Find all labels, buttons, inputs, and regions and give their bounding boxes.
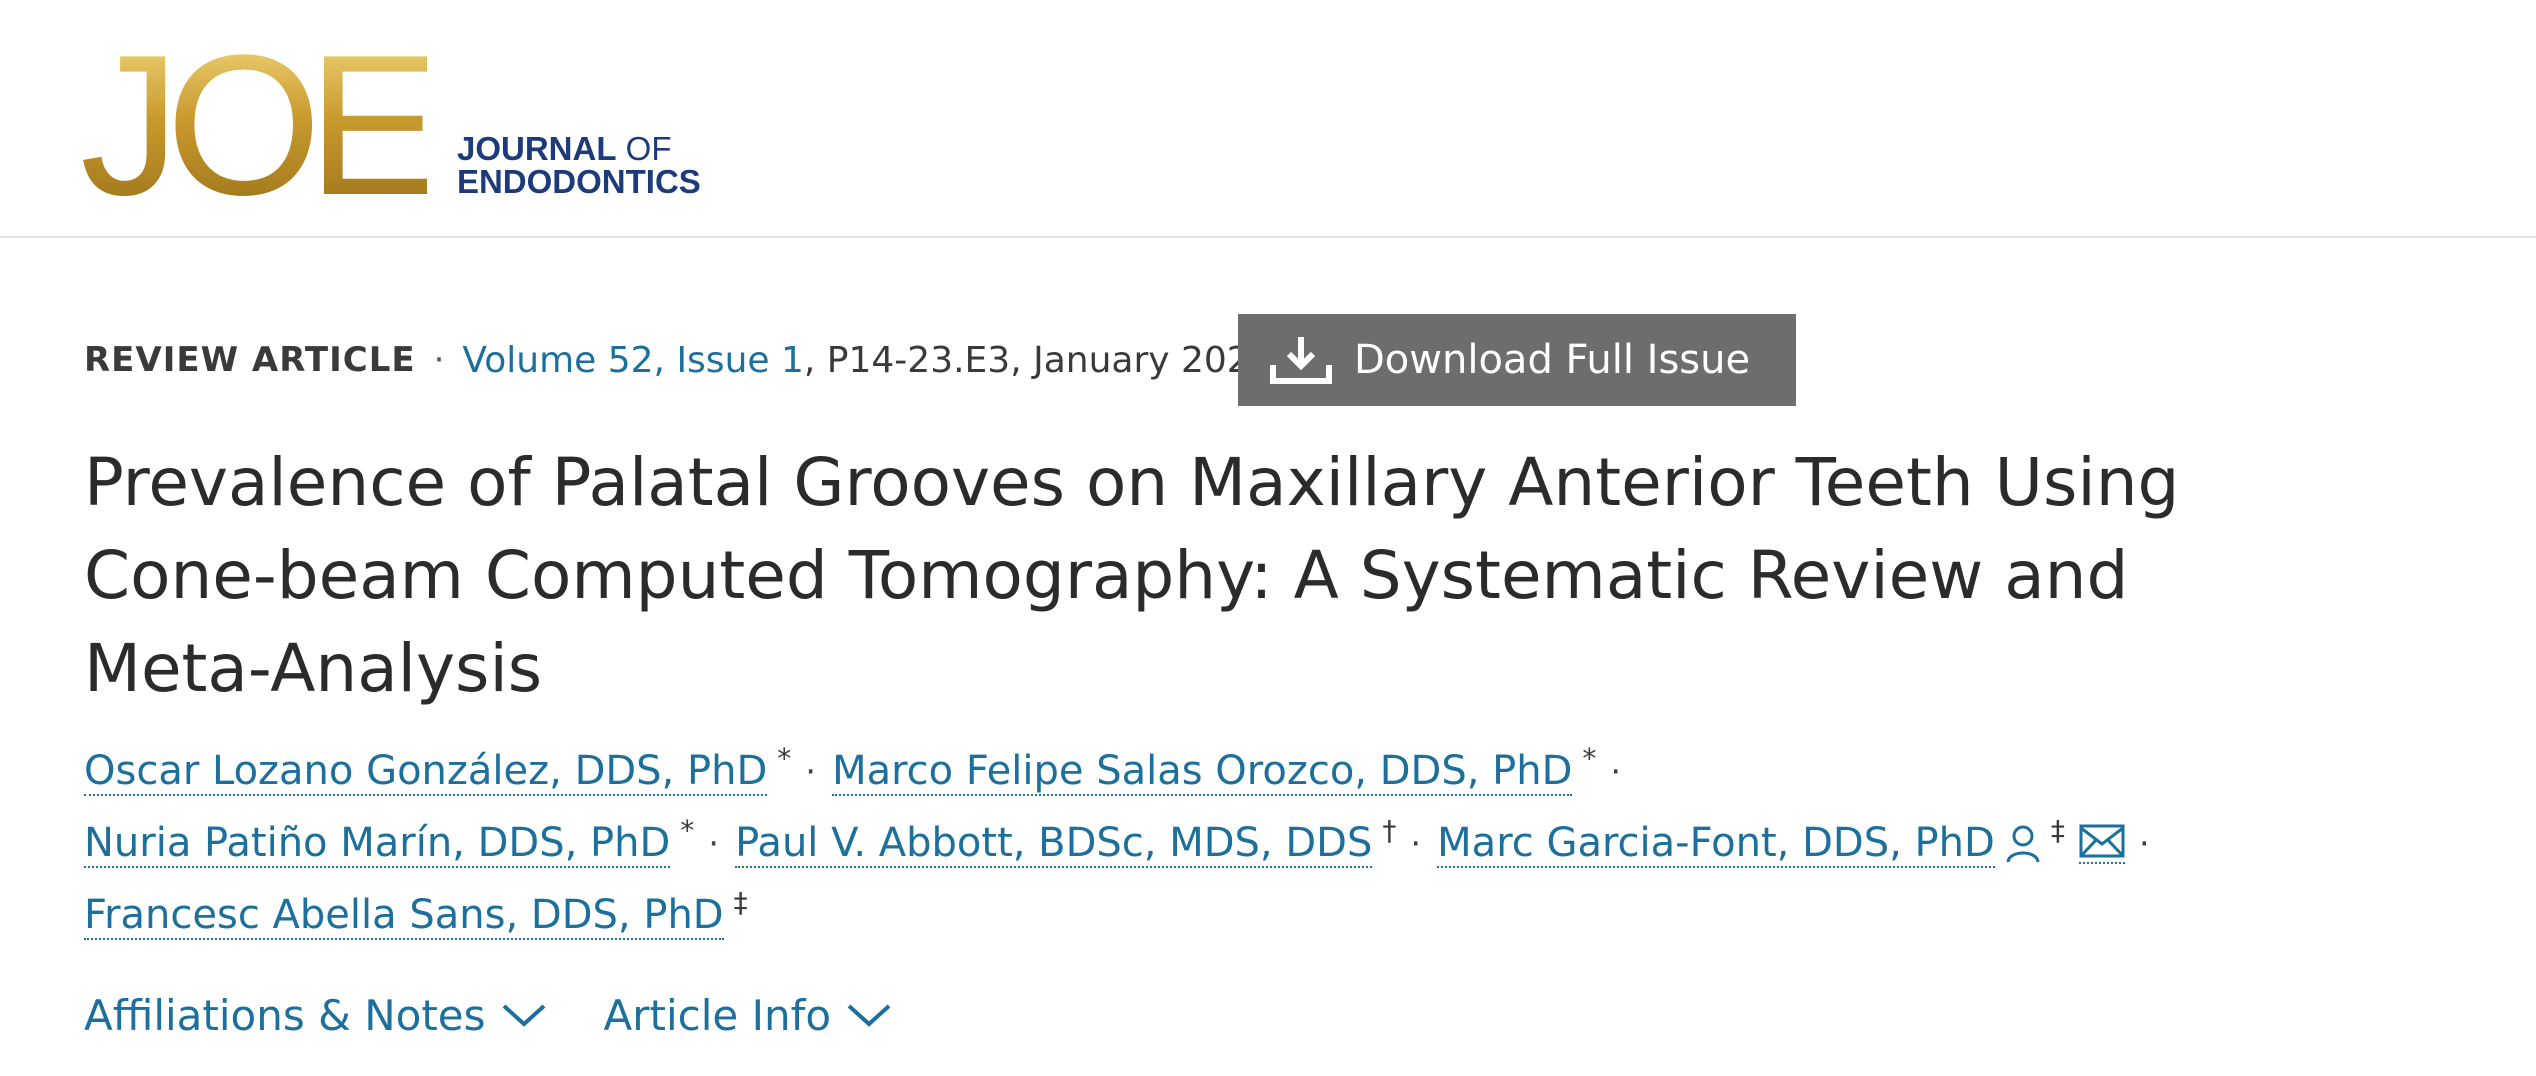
article-info-toggle[interactable]: Article Info (604, 991, 894, 1040)
author-link[interactable]: Marco Felipe Salas Orozco, DDS, PhD (832, 748, 1573, 796)
author-mark: * (777, 741, 792, 775)
logo-line1-thin: OF (616, 130, 672, 167)
author-mark: ‡ (733, 885, 748, 919)
author-link[interactable]: Nuria Patiño Marín, DDS, PhD (84, 820, 671, 868)
volume-issue-link[interactable]: Volume 52, Issue 1 (462, 340, 803, 381)
author-line-3: Francesc Abella Sans, DDS, PhD ‡ (84, 880, 2284, 952)
affiliations-label: Affiliations & Notes (84, 990, 486, 1040)
article-info-label: Article Info (603, 990, 832, 1040)
logo-wordmark: JOURNAL OF ENDODONTICS (457, 132, 701, 198)
journal-logo[interactable]: JOE JOURNAL OF ENDODONTICS (80, 14, 701, 237)
author-separator: · (2138, 824, 2150, 864)
article-title: Prevalence of Palatal Grooves on Maxilla… (84, 444, 2180, 707)
logo-line1-bold: JOURNAL (456, 130, 617, 167)
pages-date: , P14-23.E3, January 2026 (803, 339, 1273, 381)
meta-separator: · (433, 340, 445, 380)
logo-mark: JOE (80, 14, 441, 237)
author-mark: * (680, 813, 695, 847)
author-link[interactable]: Marc Garcia-Font, DDS, PhD (1437, 820, 1995, 868)
author-separator: · (708, 824, 720, 864)
author-separator: · (1610, 752, 1622, 792)
article-type: REVIEW ARTICLE (84, 340, 416, 380)
download-button-label: Download Full Issue (1354, 337, 1751, 383)
download-full-issue-button[interactable]: Download Full Issue (1238, 314, 1796, 406)
section-toggles: Affiliations & Notes Article Info (84, 980, 949, 1050)
author-link[interactable]: Oscar Lozano González, DDS, PhD (84, 748, 768, 796)
site-header: JOE JOURNAL OF ENDODONTICS (0, 0, 2536, 238)
affiliations-toggle[interactable]: Affiliations & Notes (84, 991, 548, 1040)
author-link[interactable]: Francesc Abella Sans, DDS, PhD (84, 892, 724, 940)
author-mark: ‡ (2050, 813, 2065, 847)
chevron-down-icon (847, 1004, 891, 1027)
author-mark: † (1382, 813, 1397, 847)
logo-line2: ENDODONTICS (456, 163, 701, 200)
author-line-1: Oscar Lozano González, DDS, PhD * · Marc… (84, 736, 2284, 808)
author-separator: · (805, 752, 817, 792)
chevron-down-icon (502, 1004, 545, 1027)
article-meta: REVIEW ARTICLE · Volume 52, Issue 1 , P1… (84, 314, 1273, 406)
person-icon (2005, 824, 2041, 864)
download-icon (1270, 337, 1332, 384)
author-list: Oscar Lozano González, DDS, PhD * · Marc… (84, 736, 2284, 952)
author-link[interactable]: Paul V. Abbott, BDSc, MDS, DDS (735, 820, 1373, 868)
author-separator: · (1410, 824, 1422, 864)
author-line-2: Nuria Patiño Marín, DDS, PhD * · Paul V.… (84, 808, 2284, 880)
mail-icon[interactable] (2078, 824, 2125, 864)
author-mark: * (1582, 741, 1597, 775)
